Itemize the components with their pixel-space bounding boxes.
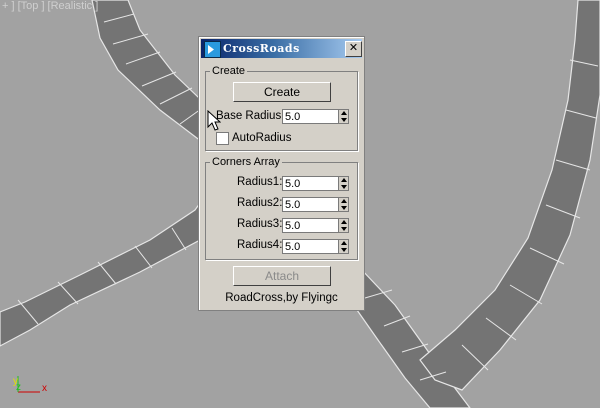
radius3-label: Radius3: — [237, 218, 283, 230]
app-icon — [204, 41, 221, 58]
attach-button[interactable]: Attach — [233, 266, 331, 286]
spin-up-icon[interactable] — [341, 241, 347, 245]
crossroads-dialog: CrossRoads ✕ Create Create Base Radius: … — [198, 36, 365, 311]
base-radius-label: Base Radius: — [216, 110, 285, 122]
base-radius-input[interactable] — [282, 109, 341, 124]
radius2-spin-arrows[interactable] — [338, 197, 349, 212]
radius4-label: Radius4: — [237, 239, 283, 251]
radius1-spin-arrows[interactable] — [338, 176, 349, 191]
base-radius-spinner[interactable] — [282, 109, 350, 124]
credit-text: RoadCross,by Flyingc — [225, 292, 338, 304]
spin-down-icon[interactable] — [341, 248, 347, 252]
radius3-spin-arrows[interactable] — [338, 218, 349, 233]
spin-down-icon[interactable] — [341, 185, 347, 189]
base-radius-spin-arrows[interactable] — [338, 109, 349, 124]
dialog-title: CrossRoads — [223, 42, 300, 55]
radius1-input[interactable] — [282, 176, 341, 191]
axis-z-label: z — [16, 382, 21, 393]
radius4-spin-arrows[interactable] — [338, 239, 349, 254]
create-group-legend: Create — [212, 65, 246, 77]
spin-up-icon[interactable] — [341, 111, 347, 115]
axis-x-label: x — [42, 383, 47, 394]
autoradius-label: AutoRadius — [232, 132, 292, 144]
radius2-input[interactable] — [282, 197, 341, 212]
close-button[interactable]: ✕ — [345, 41, 362, 57]
spin-up-icon[interactable] — [341, 220, 347, 224]
mouse-cursor-icon — [207, 110, 221, 131]
radius2-spinner[interactable] — [282, 197, 350, 212]
corners-array-legend: Corners Array — [212, 156, 280, 168]
viewport-label[interactable]: + ] [Top ] [Realistic ] — [2, 0, 98, 12]
dialog-titlebar[interactable]: CrossRoads ✕ — [201, 39, 362, 58]
radius2-label: Radius2: — [237, 197, 283, 209]
radius1-label: Radius1: — [237, 176, 283, 188]
radius1-spinner[interactable] — [282, 176, 350, 191]
spin-down-icon[interactable] — [341, 206, 347, 210]
radius4-input[interactable] — [282, 239, 341, 254]
create-button[interactable]: Create — [233, 82, 331, 102]
spin-down-icon[interactable] — [341, 227, 347, 231]
spin-down-icon[interactable] — [341, 118, 347, 122]
radius3-spinner[interactable] — [282, 218, 350, 233]
autoradius-checkbox[interactable] — [216, 132, 229, 145]
spin-up-icon[interactable] — [341, 199, 347, 203]
radius3-input[interactable] — [282, 218, 341, 233]
radius4-spinner[interactable] — [282, 239, 350, 254]
spin-up-icon[interactable] — [341, 178, 347, 182]
